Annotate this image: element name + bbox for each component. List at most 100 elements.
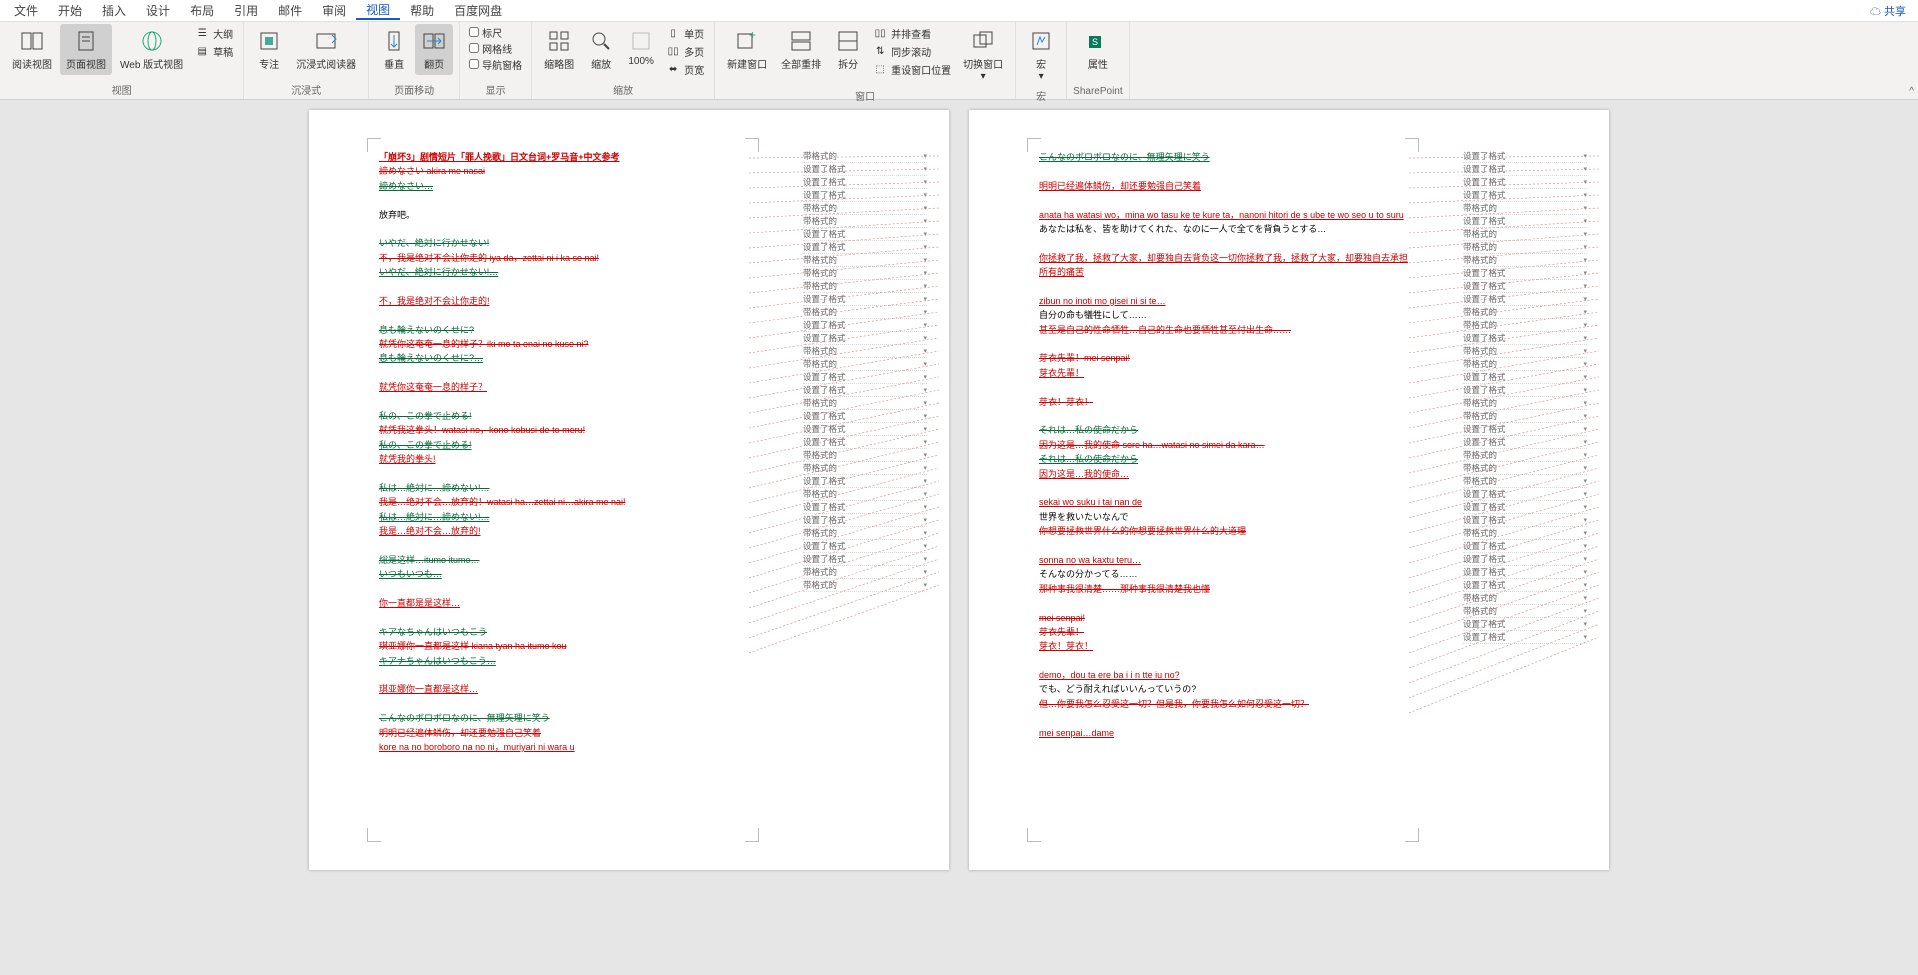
revision-entry[interactable]: 设置了格式▾ [1463,566,1587,579]
revision-entry[interactable]: 带格式的▾ [803,358,927,371]
revision-entry[interactable]: 设置了格式▾ [1463,423,1587,436]
focus-button[interactable]: 专注 [250,24,288,75]
revision-entry[interactable]: 带格式的▾ [803,462,927,475]
revision-entry[interactable]: 带格式的▾ [1463,345,1587,358]
revision-entry[interactable]: 设置了格式▾ [1463,553,1587,566]
revision-entry[interactable]: 设置了格式▾ [1463,150,1587,163]
revision-entry[interactable]: 带格式的▾ [1463,527,1587,540]
revision-entry[interactable]: 设置了格式▾ [803,423,927,436]
revision-entry[interactable]: 设置了格式▾ [1463,514,1587,527]
revision-entry[interactable]: 设置了格式▾ [803,241,927,254]
revision-entry[interactable]: 设置了格式▾ [803,501,927,514]
revision-entry[interactable]: 设置了格式▾ [1463,618,1587,631]
switch-window-button[interactable]: 切换窗口 ▾ [957,24,1009,86]
revision-entry[interactable]: 带格式的▾ [1463,241,1587,254]
revision-entry[interactable]: 设置了格式▾ [1463,163,1587,176]
menu-layout[interactable]: 布局 [180,2,224,19]
revision-entry[interactable]: 设置了格式▾ [803,410,927,423]
menu-insert[interactable]: 插入 [92,2,136,19]
multipage-button[interactable]: ▯▯多页 [662,42,708,60]
revision-entry[interactable]: 带格式的▾ [803,215,927,228]
menu-mail[interactable]: 邮件 [268,2,312,19]
revision-entry[interactable]: 带格式的▾ [803,267,927,280]
document-workspace[interactable]: 「崩坏3」剧情短片「罪人挽歌」日文台词+罗马音+中文参考 諦めなさい akira… [0,100,1918,975]
revision-entry[interactable]: 设置了格式▾ [803,371,927,384]
zoom-button[interactable]: 缩放 [582,24,620,75]
revision-entry[interactable]: 设置了格式▾ [1463,293,1587,306]
revision-entry[interactable]: 设置了格式▾ [803,189,927,202]
revision-entry[interactable]: 带格式的▾ [1463,319,1587,332]
revision-entry[interactable]: 设置了格式▾ [803,176,927,189]
read-view-button[interactable]: 阅读视图 [6,24,58,75]
menu-design[interactable]: 设计 [136,2,180,19]
outline-button[interactable]: ☰大纲 [191,24,237,42]
revision-entry[interactable]: 带格式的▾ [1463,306,1587,319]
menu-review[interactable]: 审阅 [312,2,356,19]
revision-entry[interactable]: 设置了格式▾ [803,319,927,332]
revision-entry[interactable]: 带格式的▾ [803,579,927,592]
new-window-button[interactable]: +新建窗口 [721,24,773,75]
revision-entry[interactable]: 设置了格式▾ [1463,267,1587,280]
immersive-reader-button[interactable]: 沉浸式阅读器 [290,24,362,75]
revision-entry[interactable]: 带格式的▾ [803,306,927,319]
revision-entry[interactable]: 带格式的▾ [1463,254,1587,267]
split-button[interactable]: 拆分 [829,24,867,75]
menu-references[interactable]: 引用 [224,2,268,19]
menu-file[interactable]: 文件 [4,2,48,19]
onepage-button[interactable]: ▯单页 [662,24,708,42]
pagewidth-button[interactable]: ⬌页宽 [662,60,708,78]
macro-button[interactable]: 宏 ▾ [1022,24,1060,86]
revision-entry[interactable]: 设置了格式▾ [803,332,927,345]
zoom-100-button[interactable]: 100% [622,24,660,71]
revision-entry[interactable]: 设置了格式▾ [1463,579,1587,592]
revision-entry[interactable]: 带格式的▾ [803,202,927,215]
page-view-button[interactable]: 页面视图 [60,24,112,75]
document-content[interactable]: 「崩坏3」剧情短片「罪人挽歌」日文台词+罗马音+中文参考 諦めなさい akira… [379,150,749,830]
revision-entry[interactable]: 带格式的▾ [803,345,927,358]
revision-entry[interactable]: 带格式的▾ [803,397,927,410]
revision-entry[interactable]: 设置了格式▾ [1463,488,1587,501]
revision-entry[interactable]: 设置了格式▾ [803,436,927,449]
revision-entry[interactable]: 设置了格式▾ [1463,384,1587,397]
revision-entry[interactable]: 带格式的▾ [1463,592,1587,605]
menu-view[interactable]: 视图 [356,1,400,20]
revision-entry[interactable]: 设置了格式▾ [803,553,927,566]
revision-entry[interactable]: 设置了格式▾ [1463,540,1587,553]
collapse-ribbon-button[interactable]: ^ [1909,86,1914,97]
revision-entry[interactable]: 设置了格式▾ [1463,631,1587,644]
revision-entry[interactable]: 带格式的▾ [1463,202,1587,215]
revision-entry[interactable]: 设置了格式▾ [803,540,927,553]
thumbnail-button[interactable]: 缩略图 [538,24,580,75]
revision-entry[interactable]: 带格式的▾ [803,150,927,163]
revision-entry[interactable]: 带格式的▾ [1463,475,1587,488]
revision-entry[interactable]: 带格式的▾ [1463,410,1587,423]
revision-entry[interactable]: 设置了格式▾ [1463,176,1587,189]
revision-entry[interactable]: 带格式的▾ [1463,462,1587,475]
revision-entry[interactable]: 带格式的▾ [1463,605,1587,618]
web-view-button[interactable]: Web 版式视图 [114,24,189,75]
revision-entry[interactable]: 带格式的▾ [803,280,927,293]
vertical-button[interactable]: 垂直 [375,24,413,75]
ruler-check[interactable]: 标尺 [466,24,525,40]
menu-baidu[interactable]: 百度网盘 [444,2,512,19]
revision-entry[interactable]: 设置了格式▾ [803,228,927,241]
properties-button[interactable]: S属性 [1079,24,1117,75]
revision-entry[interactable]: 设置了格式▾ [1463,215,1587,228]
revision-entry[interactable]: 设置了格式▾ [1463,371,1587,384]
grid-check[interactable]: 网格线 [466,40,525,56]
revision-entry[interactable]: 设置了格式▾ [1463,280,1587,293]
revision-entry[interactable]: 带格式的▾ [1463,449,1587,462]
menu-home[interactable]: 开始 [48,2,92,19]
arrange-all-button[interactable]: 全部重排 [775,24,827,75]
syncscroll-button[interactable]: ⇅同步滚动 [869,42,955,60]
nav-check[interactable]: 导航窗格 [466,56,525,72]
revision-entry[interactable]: 设置了格式▾ [803,384,927,397]
resetpos-button[interactable]: ⬚重设窗口位置 [869,60,955,78]
document-content[interactable]: こんなのボロボロなのに、無理矢理に笑う 明明已经遍体鳞伤，却还要勉强自己笑着 a… [1039,150,1409,830]
revision-entry[interactable]: 带格式的▾ [1463,397,1587,410]
revision-entry[interactable]: 带格式的▾ [803,488,927,501]
revision-entry[interactable]: 设置了格式▾ [803,163,927,176]
revision-entry[interactable]: 带格式的▾ [803,527,927,540]
revision-entry[interactable]: 设置了格式▾ [1463,436,1587,449]
revision-entry[interactable]: 带格式的▾ [803,254,927,267]
